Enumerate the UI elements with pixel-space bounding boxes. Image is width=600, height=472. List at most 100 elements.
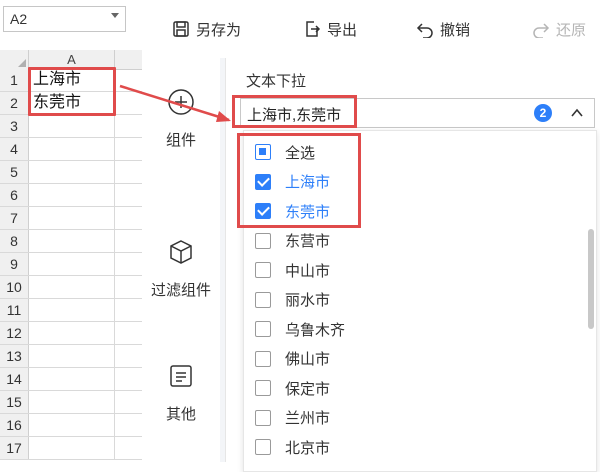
cell-a16[interactable]: [33, 414, 113, 436]
sheet-row: 17: [0, 437, 142, 460]
option-checkbox[interactable]: [255, 380, 271, 396]
row-header[interactable]: 12: [0, 322, 29, 344]
cell-a5[interactable]: [33, 161, 113, 183]
nav-item-other[interactable]: 其他: [142, 362, 220, 424]
grid-line: [114, 138, 115, 160]
cell-a8[interactable]: [33, 230, 113, 252]
row-header[interactable]: 11: [0, 299, 29, 321]
row-header[interactable]: 9: [0, 253, 29, 275]
option-label: 佛山市: [285, 351, 331, 368]
row-header[interactable]: 4: [0, 138, 29, 160]
option-label: 中山市: [285, 262, 331, 280]
highlight-box-options: [237, 133, 361, 228]
filter-title: 文本下拉: [246, 73, 307, 90]
option-checkbox[interactable]: [255, 262, 271, 278]
grid-line: [114, 207, 115, 229]
row-header[interactable]: 7: [0, 207, 29, 229]
option-checkbox[interactable]: [255, 439, 271, 455]
chevron-down-icon[interactable]: [111, 13, 119, 18]
save-as-button[interactable]: 另存为: [172, 18, 241, 40]
grid-line: [114, 437, 115, 459]
export-button[interactable]: 导出: [303, 18, 357, 40]
grid-line: [114, 391, 115, 413]
dropdown-option[interactable]: 北京市: [244, 434, 564, 460]
cell-grid: 1 上海市 2 东莞市 3 4 5 6 7 8 9 10 11 12 13 14 15 16 17: [0, 69, 142, 460]
option-checkbox[interactable]: [255, 291, 271, 308]
grid-line: [114, 414, 115, 436]
cell-a15[interactable]: [33, 391, 113, 413]
cell-a3[interactable]: [33, 115, 113, 137]
row-header[interactable]: 17: [0, 437, 29, 459]
highlight-box-cells: [28, 67, 116, 116]
grid-line: [114, 299, 115, 321]
sheet-row: 10: [0, 276, 142, 299]
row-header[interactable]: 14: [0, 368, 29, 390]
dropdown-option[interactable]: 乌鲁木齐: [244, 316, 564, 342]
name-box[interactable]: A2: [3, 6, 126, 32]
grid-line: [114, 322, 115, 344]
nav-item-components[interactable]: 组件: [142, 88, 220, 150]
option-checkbox[interactable]: [255, 350, 271, 367]
cell-a4[interactable]: [33, 138, 113, 160]
option-label: 兰州市: [285, 410, 331, 427]
nav-label-other: 其他: [165, 406, 196, 423]
cell-a6[interactable]: [33, 184, 113, 206]
dropdown-option[interactable]: 东营市: [244, 228, 564, 254]
save-icon: [173, 21, 189, 37]
grid-line: [114, 253, 115, 275]
list-icon: [170, 365, 192, 387]
grid-line: [114, 276, 115, 298]
selected-count-badge: 2: [534, 104, 552, 122]
option-checkbox[interactable]: [255, 409, 271, 426]
dropdown-option[interactable]: 兰州市: [244, 405, 564, 431]
chevron-up-icon[interactable]: [570, 106, 584, 120]
left-nav: 组件 过滤组件 其他: [142, 58, 220, 462]
select-all-corner[interactable]: [0, 50, 29, 69]
row-header[interactable]: 10: [0, 276, 29, 298]
export-label: 导出: [327, 21, 358, 39]
cell-a12[interactable]: [33, 322, 113, 344]
grid-line: [114, 161, 115, 183]
nav-label-components: 组件: [165, 132, 196, 149]
grid-line: [114, 115, 115, 137]
row-header[interactable]: 1: [0, 69, 29, 91]
cell-a14[interactable]: [33, 368, 113, 390]
redo-label: 还原: [556, 21, 587, 39]
cell-a13[interactable]: [33, 345, 113, 367]
row-header[interactable]: 2: [0, 92, 29, 114]
dropdown-option[interactable]: 保定市: [244, 375, 564, 401]
row-header[interactable]: 13: [0, 345, 29, 367]
option-checkbox[interactable]: [255, 232, 271, 249]
grid-line: [114, 345, 115, 367]
row-header[interactable]: 15: [0, 391, 29, 413]
sheet-row: 7: [0, 207, 142, 230]
row-header[interactable]: 16: [0, 414, 29, 436]
row-header[interactable]: 5: [0, 161, 29, 183]
add-circle-icon: [168, 89, 194, 115]
grid-line: [114, 230, 115, 252]
cell-a7[interactable]: [33, 207, 113, 229]
option-label: 乌鲁木齐: [285, 321, 346, 339]
undo-button[interactable]: 撤销: [416, 18, 470, 40]
cell-a11[interactable]: [33, 299, 113, 321]
nav-item-filter-components[interactable]: 过滤组件: [142, 238, 220, 300]
row-header[interactable]: 6: [0, 184, 29, 206]
cell-a10[interactable]: [33, 276, 113, 298]
row-header[interactable]: 3: [0, 115, 29, 137]
sheet-row: 3: [0, 115, 142, 138]
sheet-row: 6: [0, 184, 142, 207]
undo-label: 撤销: [440, 21, 471, 39]
option-label: 保定市: [285, 380, 331, 398]
sheet-row: 11: [0, 299, 142, 322]
dropdown-option[interactable]: 中山市: [244, 257, 564, 283]
dropdown-option[interactable]: 丽水市: [244, 287, 564, 313]
name-box-value: A2: [10, 11, 28, 27]
dropdown-option[interactable]: 佛山市: [244, 346, 564, 372]
scrollbar-thumb[interactable]: [588, 229, 594, 329]
cell-a9[interactable]: [33, 253, 113, 275]
row-header[interactable]: 8: [0, 230, 29, 252]
cell-a17[interactable]: [33, 437, 113, 459]
option-checkbox[interactable]: [255, 321, 271, 337]
redo-button[interactable]: 还原: [532, 18, 586, 40]
sheet-row: 15: [0, 391, 142, 414]
